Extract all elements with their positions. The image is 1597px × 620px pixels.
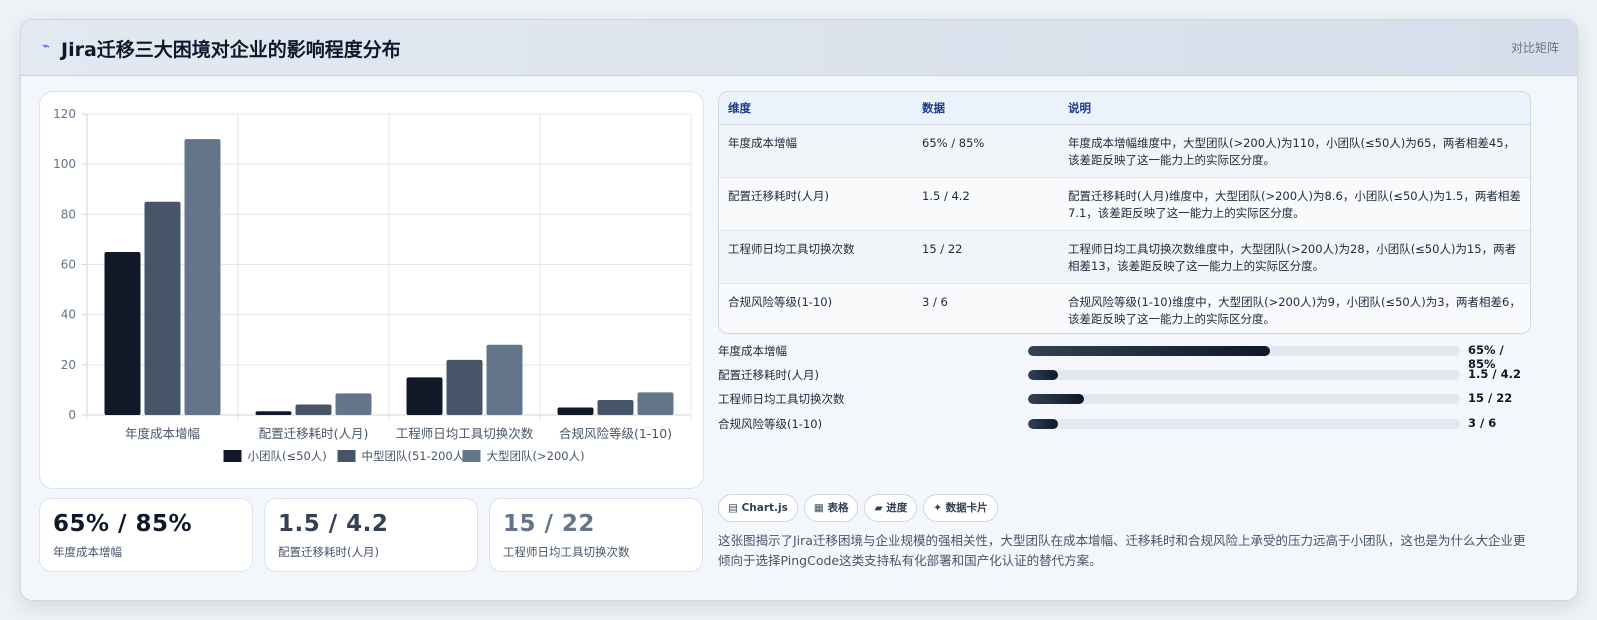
stat-label: 配置迁移耗时(人月)	[278, 545, 379, 559]
bar-chart: 0 20 40 60 80 100 120 年度成本增幅 配置迁移耗时(人月) 工程师日均工具切换…	[53, 107, 692, 463]
progress-label: 合规风险等级(1-10)	[718, 417, 823, 431]
bar-chart-panel: 0 20 40 60 80 100 120 年度成本增幅 配置迁移耗时(人月) 工程师日均工具切换…	[39, 91, 704, 489]
table-cell: 配置迁移耗时(人月)	[719, 177, 913, 231]
table-cell: 1.5 / 4.2	[913, 177, 1059, 231]
card-header: ⌁ Jira迁移三大困境对企业的影响程度分布 对比矩阵	[21, 20, 1577, 76]
bar	[335, 393, 372, 415]
table-cell: 合规风险等级(1-10)维度中，大型团队(>200人)为9，小团队(≤50人)为…	[1059, 283, 1530, 333]
stat-value: 15 / 22	[503, 511, 595, 537]
comparison-card: ⌁ Jira迁移三大困境对企业的影响程度分布 对比矩阵 0 20 40 60 80 100…	[20, 19, 1578, 601]
chip-chartjs[interactable]: ▤ Chart.js	[718, 494, 798, 522]
bar	[104, 251, 141, 415]
bar	[255, 411, 292, 415]
progress-track	[1028, 394, 1460, 404]
table-cell: 合规风险等级(1-10)	[719, 283, 913, 333]
progress-value: 1.5 / 4.2	[1468, 367, 1521, 381]
chip-label: 进度	[886, 502, 908, 514]
progress-row: 配置迁移耗时(人月) 1.5 / 4.2	[718, 366, 1530, 384]
progress-fill	[1028, 346, 1270, 356]
table-row: 工程师日均工具切换次数 15 / 22 工程师日均工具切换次数维度中，大型团队(…	[719, 230, 1530, 284]
table-cell: 年度成本增幅	[719, 124, 913, 178]
y-tick-label: 60	[61, 258, 76, 272]
legend-swatch	[462, 450, 481, 462]
x-tick-label: 配置迁移耗时(人月)	[259, 426, 369, 441]
legend-swatch	[337, 450, 356, 462]
summary-text: 这张图揭示了Jira迁移困境与企业规模的强相关性，大型团队在成本增幅、迁移耗时和…	[718, 533, 1526, 568]
legend-label: 大型团队(>200人)	[487, 449, 585, 463]
table-cell: 65% / 85%	[913, 124, 1059, 178]
column-header: 维度	[719, 92, 913, 125]
y-tick-label: 80	[61, 207, 76, 221]
chip-label: 表格	[827, 502, 849, 514]
page-title: Jira迁移三大困境对企业的影响程度分布	[61, 39, 401, 61]
y-tick-label: 120	[53, 107, 76, 121]
chip-data-cards[interactable]: ✦ 数据卡片	[923, 494, 998, 522]
legend-label: 中型团队(51-200人)	[362, 449, 469, 463]
lightning-icon: ⌁	[42, 39, 50, 54]
table-cell: 配置迁移耗时(人月)维度中，大型团队(>200人)为8.6，小团队(≤50人)为…	[1059, 177, 1530, 231]
table-cell: 工程师日均工具切换次数维度中，大型团队(>200人)为28，小团队(≤50人)为…	[1059, 230, 1530, 284]
progress-row: 合规风险等级(1-10) 3 / 6	[718, 415, 1530, 433]
table-row: 配置迁移耗时(人月) 1.5 / 4.2 配置迁移耗时(人月)维度中，大型团队(…	[719, 177, 1530, 231]
x-tick-label: 合规风险等级(1-10)	[559, 426, 672, 441]
table-cell: 年度成本增幅维度中，大型团队(>200人)为110，小团队(≤50人)为65，两…	[1059, 124, 1530, 178]
stat-value: 65% / 85%	[53, 511, 193, 537]
stat-label: 年度成本增幅	[53, 545, 122, 559]
table-cell: 3 / 6	[913, 283, 1059, 333]
progress-fill	[1028, 419, 1059, 429]
table-row: 年度成本增幅 65% / 85% 年度成本增幅维度中，大型团队(>200人)为1…	[719, 124, 1530, 178]
progress-track	[1028, 346, 1460, 356]
stat-label: 工程师日均工具切换次数	[503, 545, 630, 559]
chart-icon: ▤	[728, 502, 738, 514]
progress-track	[1028, 419, 1460, 429]
table-header-row: 维度 数据 说明	[719, 92, 1530, 125]
progress-value: 15 / 22	[1468, 391, 1513, 405]
view-chips: ▤ Chart.js ▦ 表格 ▰ 进度 ✦ 数据卡片	[718, 494, 1004, 522]
progress-value: 3 / 6	[1468, 416, 1497, 430]
table-cell: 15 / 22	[913, 230, 1059, 284]
progress-fill	[1028, 370, 1059, 380]
stat-card: 65% / 85% 年度成本增幅	[39, 498, 253, 572]
bar	[446, 359, 483, 415]
chip-table[interactable]: ▦ 表格	[803, 494, 859, 522]
progress-fill	[1028, 394, 1085, 404]
progress-row: 年度成本增幅 65% / 85%	[718, 342, 1530, 371]
legend-swatch	[223, 450, 242, 462]
y-tick-label: 100	[53, 157, 76, 171]
table-cell: 工程师日均工具切换次数	[719, 230, 913, 284]
progress-label: 配置迁移耗时(人月)	[718, 368, 819, 382]
y-tick-label: 0	[68, 408, 76, 422]
column-header: 数据	[913, 92, 1059, 125]
bar	[184, 139, 221, 416]
table-row: 合规风险等级(1-10) 3 / 6 合规风险等级(1-10)维度中，大型团队(…	[719, 283, 1530, 333]
progress-icon: ▰	[874, 502, 883, 514]
chip-progress[interactable]: ▰ 进度	[864, 494, 918, 522]
x-tick-label: 工程师日均工具切换次数	[396, 426, 534, 441]
bar	[597, 399, 634, 415]
progress-row: 工程师日均工具切换次数 15 / 22	[718, 390, 1530, 408]
comparison-table: 维度 数据 说明 年度成本增幅 65% / 85% 年度成本增幅维度中，大型团队…	[718, 91, 1531, 334]
bar	[557, 407, 594, 415]
progress-label: 年度成本增幅	[718, 344, 787, 358]
bar	[637, 392, 674, 415]
bar	[486, 344, 523, 415]
compare-matrix-link[interactable]: 对比矩阵	[1511, 39, 1559, 56]
sparkle-icon: ✦	[933, 502, 943, 514]
chip-label: Chart.js	[741, 502, 788, 514]
chip-label: 数据卡片	[945, 502, 988, 514]
bar	[144, 201, 181, 415]
stat-card: 15 / 22 工程师日均工具切换次数	[489, 498, 703, 572]
stat-value: 1.5 / 4.2	[278, 511, 389, 537]
stat-card: 1.5 / 4.2 配置迁移耗时(人月)	[264, 498, 478, 572]
table-icon: ▦	[813, 502, 824, 514]
y-tick-label: 20	[61, 358, 76, 372]
legend-label: 小团队(≤50人)	[248, 449, 327, 463]
x-tick-label: 年度成本增幅	[125, 426, 200, 441]
progress-label: 工程师日均工具切换次数	[718, 392, 845, 406]
y-tick-label: 40	[61, 308, 76, 322]
bar	[295, 404, 332, 415]
progress-track	[1028, 370, 1460, 380]
bar	[406, 377, 443, 415]
column-header: 说明	[1059, 92, 1530, 125]
